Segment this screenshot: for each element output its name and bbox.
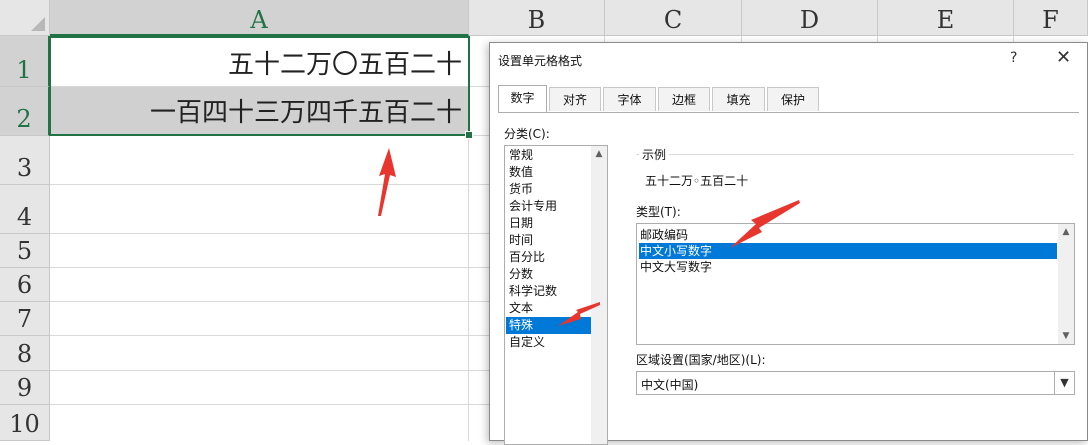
category-list[interactable]: 常规 数值 货币 会计专用 日期 时间 百分比 分数 科学记数 文本 特殊 自定… xyxy=(504,145,608,445)
row-header-10[interactable]: 10 xyxy=(0,405,50,441)
red-arrow-icon xyxy=(558,302,600,326)
row-number: 4 xyxy=(16,203,33,231)
row-header-8[interactable]: 8 xyxy=(0,336,50,371)
column-header-a[interactable]: A xyxy=(50,0,469,36)
locale-label: 区域设置(国家/地区)(L): xyxy=(636,353,766,367)
close-button[interactable]: ✕ xyxy=(1056,47,1071,68)
tab-font[interactable]: 字体 xyxy=(603,87,656,111)
type-label: 类型(T): xyxy=(636,205,681,219)
category-item[interactable]: 会计专用 xyxy=(506,198,594,215)
type-item[interactable]: 邮政编码 xyxy=(639,227,1057,243)
type-item-selected[interactable]: 中文小写数字 xyxy=(639,243,1057,259)
row-number: 1 xyxy=(16,56,32,84)
type-scrollbar[interactable]: ▲ ▼ xyxy=(1058,224,1074,344)
row-number: 5 xyxy=(16,237,33,265)
category-item[interactable]: 货币 xyxy=(506,181,594,198)
scroll-up-icon[interactable]: ▲ xyxy=(591,146,607,162)
row-number: 8 xyxy=(16,340,33,368)
cell-selection-border xyxy=(49,36,470,136)
type-item[interactable]: 中文大写数字 xyxy=(639,259,1057,275)
column-header-e[interactable]: E xyxy=(878,0,1014,36)
category-label: 分类(C): xyxy=(504,127,550,141)
category-item[interactable]: 常规 xyxy=(506,147,594,164)
help-button[interactable]: ? xyxy=(1010,50,1017,66)
row-header-4[interactable]: 4 xyxy=(0,185,50,234)
row-header-6[interactable]: 6 xyxy=(0,268,50,302)
tab-fill[interactable]: 填充 xyxy=(712,87,765,111)
row-header-2[interactable]: 2 xyxy=(0,87,50,136)
select-all-triangle-icon xyxy=(31,17,45,31)
tab-divider xyxy=(498,112,1079,113)
column-header-c[interactable]: C xyxy=(605,0,742,36)
select-all-corner[interactable] xyxy=(0,0,50,36)
scroll-down-icon[interactable]: ▼ xyxy=(1058,328,1074,344)
row-header-3[interactable]: 3 xyxy=(0,136,50,185)
tab-border[interactable]: 边框 xyxy=(658,87,710,111)
locale-select[interactable]: 中文(中国) ▼ xyxy=(636,371,1075,395)
tab-alignment[interactable]: 对齐 xyxy=(549,87,601,111)
format-cells-dialog: 设置单元格格式 ? ✕ 数字 对齐 字体 边框 填充 保护 分类(C): 常规 … xyxy=(489,42,1088,445)
row-number: 6 xyxy=(16,271,33,299)
column-header-b[interactable]: B xyxy=(469,0,605,36)
category-item[interactable]: 数值 xyxy=(506,164,594,181)
sample-value: 五十二万◦五百二十 xyxy=(645,174,749,188)
row-header-5[interactable]: 5 xyxy=(0,234,50,268)
category-item[interactable]: 时间 xyxy=(506,232,594,249)
locale-value: 中文(中国) xyxy=(641,378,699,392)
fill-handle[interactable] xyxy=(465,131,473,139)
red-arrow-icon xyxy=(730,200,800,248)
column-header-f[interactable]: F xyxy=(1014,0,1088,36)
category-item[interactable]: 日期 xyxy=(506,215,594,232)
category-item[interactable]: 百分比 xyxy=(506,249,594,266)
row-header-1[interactable]: 1 xyxy=(0,36,50,87)
red-arrow-icon xyxy=(378,148,396,216)
chevron-down-icon[interactable]: ▼ xyxy=(1054,372,1074,394)
dialog-title: 设置单元格格式 xyxy=(498,54,583,68)
row-number: 7 xyxy=(16,305,33,333)
sample-label: 示例 xyxy=(639,146,670,163)
row-header-9[interactable]: 9 xyxy=(0,371,50,405)
row-number: 10 xyxy=(9,410,40,438)
tab-protection[interactable]: 保护 xyxy=(767,87,819,111)
category-item[interactable]: 分数 xyxy=(506,266,594,283)
dialog-titlebar[interactable]: 设置单元格格式 ? ✕ xyxy=(490,43,1087,77)
scroll-up-icon[interactable]: ▲ xyxy=(1058,224,1074,240)
category-item[interactable]: 自定义 xyxy=(506,334,594,351)
category-scrollbar[interactable]: ▲ xyxy=(591,146,607,444)
row-header-7[interactable]: 7 xyxy=(0,302,50,336)
row-number: 2 xyxy=(16,105,32,133)
column-header-d[interactable]: D xyxy=(742,0,878,36)
row-number: 3 xyxy=(16,154,33,182)
tab-number[interactable]: 数字 xyxy=(498,85,547,113)
category-item[interactable]: 科学记数 xyxy=(506,283,594,300)
row-number: 9 xyxy=(16,374,33,402)
type-list[interactable]: 邮政编码 中文小写数字 中文大写数字 ▲ ▼ xyxy=(636,223,1075,345)
